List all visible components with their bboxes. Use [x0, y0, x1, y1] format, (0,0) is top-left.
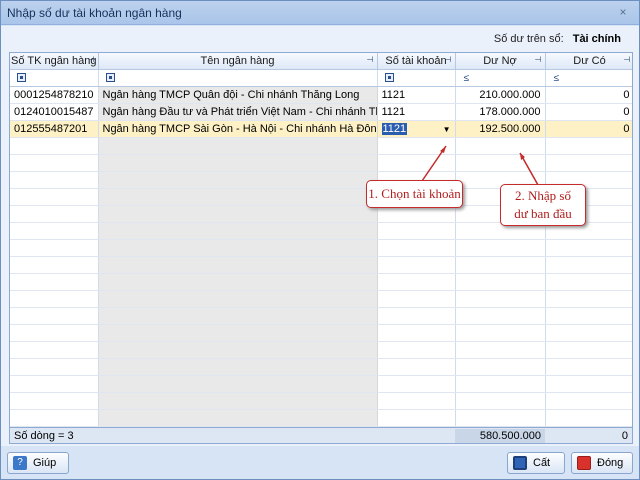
- save-icon: [513, 456, 527, 471]
- bank-name-cell: Ngân hàng TMCP Quân đội - Chi nhánh Thăn…: [98, 86, 378, 104]
- help-icon: ?: [13, 456, 27, 471]
- callout-choose-account: 1. Chọn tài khoản: [366, 180, 463, 208]
- filter-icon[interactable]: [105, 73, 115, 83]
- close-door-icon: [577, 456, 591, 471]
- empty-row: [10, 409, 632, 427]
- debit-cell[interactable]: 210.000.000: [455, 86, 546, 104]
- empty-row: [10, 375, 632, 393]
- filter-cell[interactable]: [10, 69, 99, 87]
- pin-icon[interactable]: ⊣: [88, 55, 95, 64]
- empty-row: [10, 358, 632, 376]
- callout-enter-balance: 2. Nhập số dư ban đầu: [500, 184, 586, 226]
- empty-row: [10, 392, 632, 410]
- bank-name-cell: Ngân hàng Đầu tư và Phát triển Việt Nam …: [98, 103, 378, 121]
- header-row: Số TK ngân hàng ⊣ Tên ngân hàng ⊣ Số tài k…: [10, 53, 632, 70]
- debit-cell[interactable]: 178.000.000: [455, 103, 546, 121]
- row-count: Số dòng = 3: [14, 430, 74, 442]
- debit-total: 580.500.000: [455, 429, 545, 443]
- empty-row: [10, 273, 632, 291]
- column-header-label: Dư Nợ: [483, 54, 517, 67]
- empty-row: [10, 239, 632, 257]
- filter-le-icon[interactable]: ≤: [554, 73, 560, 84]
- account-no-cell[interactable]: 0001254878210: [10, 86, 99, 104]
- close-icon[interactable]: ×: [615, 5, 631, 21]
- empty-row: [10, 137, 632, 155]
- empty-row: [10, 307, 632, 325]
- table-row[interactable]: 0001254878210 Ngân hàng TMCP Quân đội - …: [10, 86, 632, 104]
- summary-row: Số dòng = 3 580.500.000 0: [10, 427, 632, 443]
- help-button[interactable]: ? Giúp: [7, 452, 69, 474]
- account-dropdown-value[interactable]: 1121: [381, 122, 408, 135]
- account-cell[interactable]: 1121: [377, 103, 456, 121]
- filter-cell[interactable]: [98, 69, 378, 87]
- balance-value: Tài chính: [572, 33, 621, 45]
- column-header-account-no[interactable]: Số TK ngân hàng ⊣: [10, 53, 99, 70]
- column-header-debit[interactable]: Dư Nợ ⊣: [455, 53, 546, 70]
- filter-le-icon[interactable]: ≤: [464, 73, 470, 84]
- help-label: Giúp: [33, 457, 57, 469]
- filter-icon[interactable]: [17, 73, 26, 83]
- empty-row: [10, 154, 632, 172]
- credit-cell[interactable]: 0: [545, 103, 632, 121]
- account-no-cell[interactable]: 0124010015487: [10, 103, 99, 121]
- pin-icon[interactable]: ⊣: [445, 55, 452, 64]
- credit-cell[interactable]: 0: [545, 120, 632, 138]
- close-label: Đóng: [597, 457, 624, 469]
- column-header-credit[interactable]: Dư Có ⊣: [545, 53, 632, 70]
- filter-row: ≤ ≤: [10, 69, 632, 87]
- empty-row: [10, 341, 632, 359]
- credit-cell[interactable]: 0: [545, 86, 632, 104]
- callout-line: dư ban đầu: [514, 206, 572, 221]
- save-button[interactable]: Cất: [507, 452, 565, 474]
- column-header-label: Số tài khoản: [385, 54, 447, 67]
- pin-icon[interactable]: ⊣: [367, 55, 374, 64]
- body-area: Số dư trên sổ: Tài chính Số TK ngân hàng…: [1, 26, 639, 446]
- save-label: Cất: [533, 457, 551, 469]
- pin-icon[interactable]: ⊣: [624, 55, 631, 64]
- button-bar: ? Giúp Cất Đóng: [1, 448, 639, 479]
- bank-balance-grid: Số TK ngân hàng ⊣ Tên ngân hàng ⊣ Số tài k…: [9, 52, 633, 444]
- dropdown-arrow-icon[interactable]: ▼: [443, 125, 451, 134]
- bank-name-cell: Ngân hàng TMCP Sài Gòn - Hà Nội - Chi nh…: [98, 120, 378, 138]
- table-row[interactable]: 0124010015487 Ngân hàng Đầu tư và Phát t…: [10, 103, 632, 121]
- close-button[interactable]: Đóng: [571, 452, 633, 474]
- window-title: Nhập số dư tài khoản ngân hàng: [7, 6, 182, 20]
- grid-table: Số TK ngân hàng ⊣ Tên ngân hàng ⊣ Số tài k…: [10, 53, 632, 427]
- column-header-bank-name[interactable]: Tên ngân hàng ⊣: [98, 53, 378, 70]
- empty-row: [10, 324, 632, 342]
- pin-icon[interactable]: ⊣: [535, 55, 542, 64]
- debit-cell[interactable]: 192.500.000: [455, 120, 546, 138]
- filter-cell[interactable]: [377, 69, 456, 87]
- balance-info: Số dư trên sổ: Tài chính: [494, 33, 621, 45]
- callout-line: 2. Nhập số: [515, 188, 571, 203]
- dialog-window: Nhập số dư tài khoản ngân hàng × Số dư t…: [0, 0, 640, 480]
- balance-label: Số dư trên sổ:: [493, 33, 564, 45]
- column-header-account[interactable]: Số tài khoản ⊣: [377, 53, 456, 70]
- title-bar[interactable]: Nhập số dư tài khoản ngân hàng ×: [1, 1, 639, 25]
- credit-total: 0: [621, 430, 628, 442]
- account-no-cell[interactable]: 012555487201: [10, 120, 99, 138]
- filter-cell[interactable]: ≤: [545, 69, 632, 87]
- filter-cell[interactable]: ≤: [455, 69, 546, 87]
- filter-icon[interactable]: [384, 73, 394, 83]
- account-cell[interactable]: 1121: [377, 86, 456, 104]
- account-dropdown[interactable]: 1121 ▼: [377, 120, 456, 138]
- empty-row: [10, 290, 632, 308]
- table-row-selected[interactable]: 012555487201 Ngân hàng TMCP Sài Gòn - Hà…: [10, 120, 632, 138]
- empty-row: [10, 256, 632, 274]
- column-header-label: Dư Có: [573, 54, 606, 67]
- column-header-label: Tên ngân hàng: [200, 54, 275, 67]
- column-header-label: Số TK ngân hàng: [11, 54, 97, 67]
